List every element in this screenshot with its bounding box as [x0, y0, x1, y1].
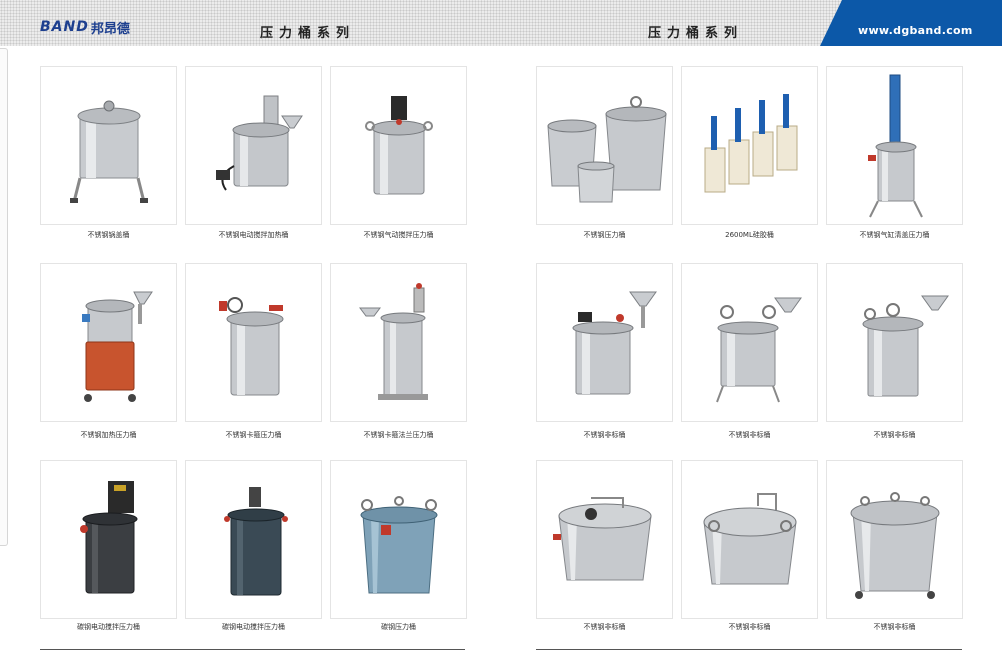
carbon-pressure-tank-icon: [360, 495, 437, 593]
product-caption: 不锈钢非标桶: [583, 431, 626, 439]
product-caption: 不锈钢锅盖桶: [87, 231, 130, 239]
product-caption: 不锈钢加热压力桶: [80, 431, 137, 439]
product-caption: 不锈钢气动搅拌压力桶: [363, 231, 434, 239]
custom-tank-wide-icon: [552, 496, 652, 580]
product-card[interactable]: [330, 66, 467, 225]
silicone-tube-icon: [704, 93, 797, 192]
footer-rule-right: [536, 649, 962, 650]
product-card[interactable]: [681, 66, 818, 225]
flange-clamp-tank-icon: [358, 282, 428, 400]
product-card[interactable]: [681, 263, 818, 422]
product-caption: 不锈钢非标桶: [873, 431, 916, 439]
series-title-right: 压力桶系列: [648, 26, 744, 41]
stainless-pressure-tank-set-icon: [546, 95, 667, 202]
custom-tank-handle-icon: [702, 492, 797, 584]
product-card[interactable]: [185, 263, 322, 422]
custom-tank-bolted-icon: [850, 491, 939, 599]
brand-logo: BAND 邦昂德: [40, 17, 130, 37]
cylinder-lid-tank-icon: [867, 74, 923, 217]
product-card[interactable]: [826, 263, 963, 422]
footer-rule-left: [40, 649, 465, 650]
product-caption: 碳钢电动搅拌压力桶: [222, 623, 285, 631]
product-caption: 不锈钢气缸清盖压力桶: [859, 231, 930, 239]
clamp-tank-icon: [218, 296, 283, 395]
product-card[interactable]: [536, 263, 673, 422]
logo-wordmark: BAND: [40, 19, 89, 35]
custom-tank-legs-icon: [715, 297, 802, 402]
product-card[interactable]: [40, 263, 177, 422]
pot-lid-tank-icon: [69, 100, 148, 203]
product-card[interactable]: [681, 460, 818, 619]
product-caption: 不锈钢卡箍法兰压力桶: [363, 431, 434, 439]
product-card[interactable]: [826, 460, 963, 619]
product-caption: 不锈钢非标桶: [583, 623, 626, 631]
product-card[interactable]: [536, 66, 673, 225]
product-caption: 碳钢电动搅拌压力桶: [77, 623, 140, 631]
product-card[interactable]: [330, 460, 467, 619]
series-title-left: 压力桶系列: [260, 26, 356, 41]
page-header: BAND 邦昂德 压力桶系列 压力桶系列 www.dgband.com: [0, 0, 1002, 46]
heated-tank-icon: [81, 291, 153, 402]
website-badge: [820, 0, 1002, 46]
product-caption: 碳钢压力桶: [381, 623, 416, 631]
side-panel-edge: [0, 48, 8, 546]
product-card[interactable]: [185, 66, 322, 225]
product-caption: 不锈钢非标桶: [873, 623, 916, 631]
product-card[interactable]: [185, 460, 322, 619]
product-caption: 不锈钢非标桶: [728, 431, 771, 439]
product-card[interactable]: [536, 460, 673, 619]
product-caption: 不锈钢卡箍压力桶: [225, 431, 282, 439]
product-card[interactable]: [826, 66, 963, 225]
carbon-electric-mixer-tank-icon: [79, 480, 137, 593]
product-caption: 2600ML硅胶桶: [725, 231, 774, 239]
product-card[interactable]: [330, 263, 467, 422]
custom-tank-funnel-icon: [572, 291, 657, 394]
carbon-mixer-tank-icon: [223, 486, 288, 595]
custom-tank-tall-icon: [862, 295, 949, 396]
product-card[interactable]: [40, 66, 177, 225]
product-caption: 不锈钢压力桶: [583, 231, 626, 239]
electric-mixer-tank-icon: [215, 95, 303, 191]
product-caption: 不锈钢电动搅拌加热桶: [218, 231, 289, 239]
product-card[interactable]: [40, 460, 177, 619]
product-caption: 不锈钢非标桶: [728, 623, 771, 631]
website-url[interactable]: www.dgband.com: [858, 24, 973, 37]
pneumatic-mixer-tank-icon: [364, 95, 433, 194]
logo-chinese-name: 邦昂德: [90, 21, 130, 37]
